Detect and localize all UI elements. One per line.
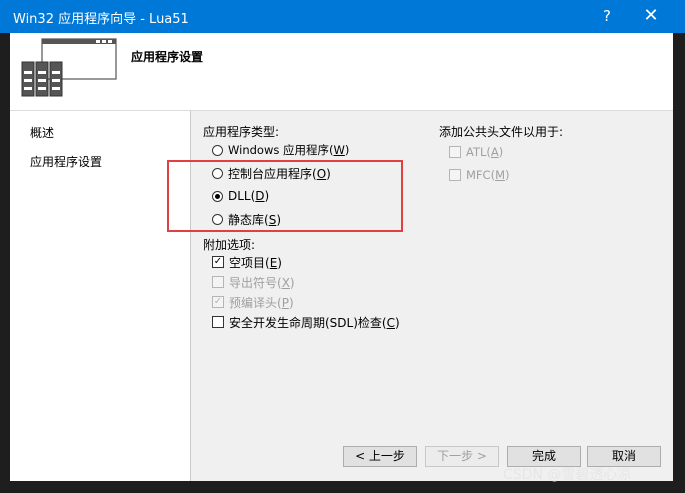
checkbox-precompiled-header[interactable]: ✓ 预编译头(P) (212, 293, 294, 311)
nav-item-overview[interactable]: 概述 (30, 124, 54, 141)
watermark: CSDN @雪碧透心凉 (503, 467, 632, 483)
option-text: 安全开发生命周期(SDL)检查(C) (229, 315, 400, 330)
checkbox-box[interactable] (449, 146, 461, 158)
wizard-header: 应用程序设置 (10, 33, 673, 111)
checkbox-checked-disabled[interactable]: ✓ (212, 296, 224, 308)
checkbox-box[interactable] (212, 276, 224, 288)
option-text: 空项目(E) (229, 255, 282, 270)
prev-button[interactable]: < 上一步 (343, 446, 417, 467)
help-button[interactable]: ? (597, 5, 617, 27)
checkbox-box[interactable] (449, 169, 461, 181)
checkbox-export-symbols[interactable]: 导出符号(X) (212, 273, 295, 291)
wizard-nav: 概述 应用程序设置 (10, 111, 191, 481)
option-text: Windows 应用程序(W) (228, 143, 350, 157)
option-text: ATL(A) (466, 145, 504, 159)
next-button[interactable]: 下一步 > (425, 446, 499, 467)
close-button[interactable]: ✕ (640, 4, 662, 28)
checkbox-checked[interactable]: ✓ (212, 256, 224, 268)
radio-windows-app[interactable]: Windows 应用程序(W) (212, 141, 349, 159)
option-text: 预编译头(P) (229, 295, 294, 310)
option-text: 导出符号(X) (229, 275, 295, 290)
checkbox-atl[interactable]: ATL(A) (449, 143, 503, 161)
checkbox-mfc[interactable]: MFC(M) (449, 166, 510, 184)
common-headers-label: 添加公共头文件以用于: (439, 125, 564, 139)
checkbox-box[interactable] (212, 316, 224, 328)
wizard-icon (21, 38, 117, 97)
wizard-dialog: 应用程序设置 概述 应用程序设置 应用程序类型: Windows 应用程序(W)… (10, 33, 673, 481)
page-title: 应用程序设置 (131, 50, 204, 64)
additional-options-label: 附加选项: (203, 238, 256, 252)
title-bar: Win32 应用程序向导 - Lua51 ? ✕ (0, 0, 685, 33)
radio-indicator[interactable] (212, 144, 223, 156)
window-title: Win32 应用程序向导 - Lua51 (13, 12, 189, 27)
nav-item-app-settings[interactable]: 应用程序设置 (30, 153, 102, 170)
highlight-box (167, 160, 403, 232)
app-type-label: 应用程序类型: (203, 125, 280, 139)
option-text: MFC(M) (466, 168, 510, 182)
checkbox-sdl-checks[interactable]: 安全开发生命周期(SDL)检查(C) (212, 313, 400, 331)
checkbox-empty-project[interactable]: ✓ 空项目(E) (212, 253, 282, 271)
